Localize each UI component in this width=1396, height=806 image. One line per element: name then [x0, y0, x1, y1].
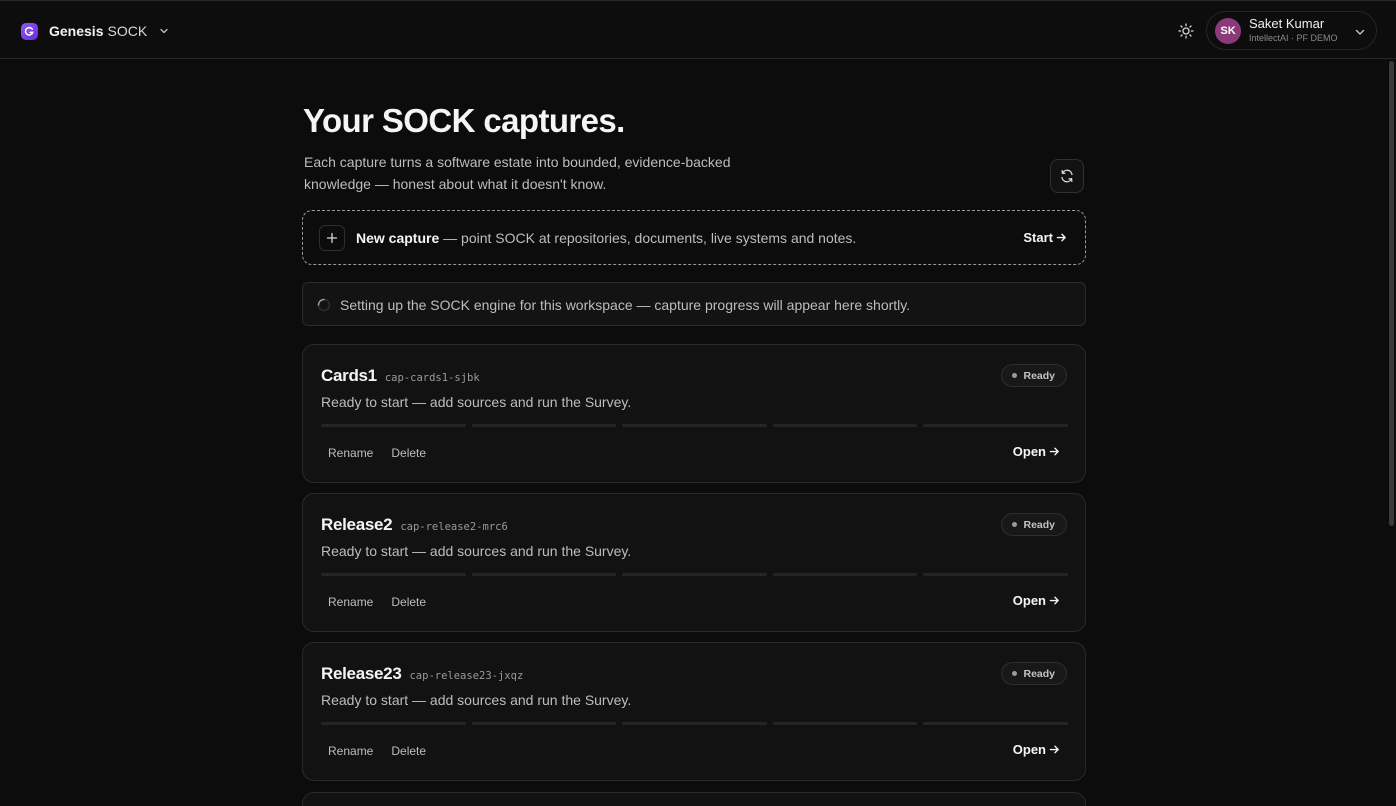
- new-capture-text: New capture — point SOCK at repositories…: [356, 230, 856, 246]
- engine-status-banner: Setting up the SOCK engine for this work…: [302, 282, 1086, 326]
- new-capture-label: New capture: [356, 230, 440, 246]
- delete-button[interactable]: Delete: [384, 444, 433, 462]
- arrow-right-icon: [1056, 232, 1067, 243]
- user-menu-button[interactable]: SK Saket Kumar IntellectAI · PF DEMO: [1206, 11, 1377, 50]
- status-badge: Ready: [1001, 364, 1067, 387]
- theme-toggle-button[interactable]: [1177, 22, 1195, 40]
- sun-icon: [1178, 23, 1194, 39]
- capture-name: Release23: [321, 664, 402, 683]
- status-message: Setting up the SOCK engine for this work…: [340, 297, 911, 313]
- rename-button[interactable]: Rename: [321, 444, 380, 462]
- scrollbar-thumb[interactable]: [1389, 61, 1394, 526]
- delete-button[interactable]: Delete: [384, 593, 433, 611]
- status-dot-icon: [1012, 373, 1018, 378]
- capture-name: Cards1: [321, 366, 377, 385]
- workspace-switcher[interactable]: Genesis SOCK: [21, 21, 169, 41]
- capture-id: cap-cards1-sjbk: [384, 372, 480, 384]
- status-dot-icon: [1012, 671, 1018, 676]
- capture-name: Release2: [321, 515, 393, 534]
- brand-product: SOCK: [107, 23, 148, 39]
- chevron-down-icon: [159, 26, 169, 36]
- capture-card[interactable]: Release2 cap-release2-mrc6 Ready Ready t…: [302, 493, 1086, 632]
- page-title: Your SOCK captures.: [303, 102, 625, 139]
- arrow-right-icon: [1049, 446, 1060, 457]
- arrow-right-icon: [1049, 595, 1060, 606]
- arrow-right-icon: [1049, 744, 1060, 755]
- progress-track: [321, 573, 1068, 577]
- open-button[interactable]: Open: [1013, 742, 1060, 757]
- rename-button[interactable]: Rename: [321, 593, 380, 611]
- open-button[interactable]: Open: [1013, 444, 1060, 459]
- new-capture-card[interactable]: New capture — point SOCK at repositories…: [302, 210, 1086, 265]
- spinner-icon: [317, 298, 331, 312]
- page-subtitle: Each capture turns a software estate int…: [304, 154, 731, 192]
- delete-button[interactable]: Delete: [384, 742, 433, 760]
- open-button[interactable]: Open: [1013, 593, 1060, 608]
- capture-card-partial[interactable]: [302, 792, 1086, 806]
- capture-card[interactable]: Cards1 cap-cards1-sjbk Ready Ready to st…: [302, 344, 1086, 483]
- status-badge: Ready: [1001, 513, 1067, 536]
- progress-track: [321, 424, 1068, 428]
- avatar: SK: [1215, 17, 1241, 44]
- capture-description: Ready to start — add sources and run the…: [321, 543, 632, 559]
- rename-button[interactable]: Rename: [321, 742, 380, 760]
- progress-track: [321, 722, 1068, 726]
- user-org: IntellectAI · PF DEMO: [1249, 33, 1338, 43]
- refresh-icon: [1059, 168, 1075, 184]
- brand-logo-icon: [21, 22, 38, 40]
- chevron-down-icon: [1354, 25, 1366, 43]
- top-bar: Genesis SOCK SK Saket Kumar IntellectAI …: [0, 0, 1396, 59]
- plus-icon: [319, 225, 345, 251]
- user-name: Saket Kumar: [1249, 16, 1325, 31]
- new-capture-description: — point SOCK at repositories, documents,…: [439, 230, 857, 246]
- capture-id: cap-release2-mrc6: [400, 521, 508, 533]
- status-dot-icon: [1012, 522, 1018, 527]
- refresh-button[interactable]: [1050, 159, 1084, 193]
- capture-card[interactable]: Release23 cap-release23-jxqz Ready Ready…: [302, 642, 1086, 781]
- brand-name: Genesis: [49, 23, 104, 39]
- capture-id: cap-release23-jxqz: [409, 670, 524, 682]
- start-button[interactable]: Start: [1023, 230, 1067, 245]
- status-badge: Ready: [1001, 662, 1067, 685]
- capture-description: Ready to start — add sources and run the…: [321, 394, 632, 410]
- capture-description: Ready to start — add sources and run the…: [321, 692, 632, 708]
